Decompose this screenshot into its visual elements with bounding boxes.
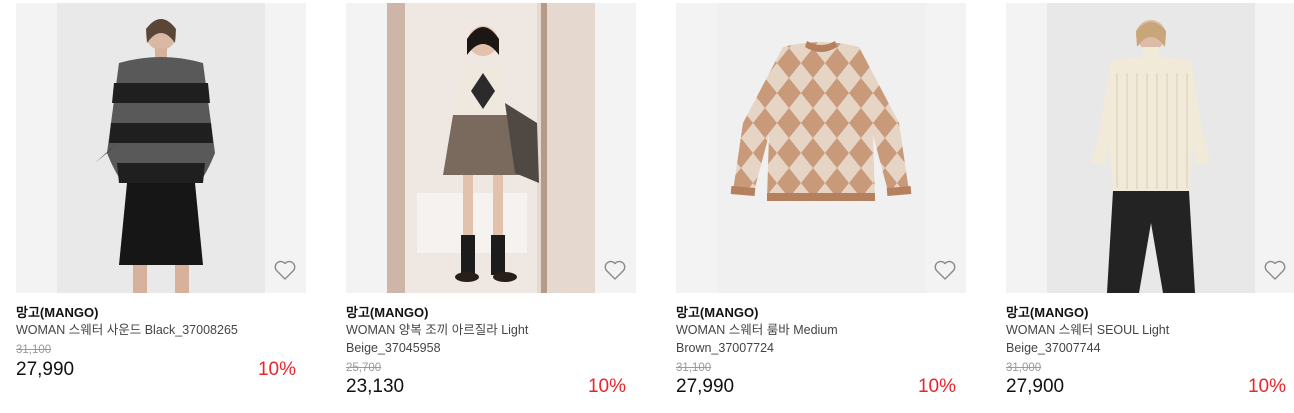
original-price: 31,000	[1006, 362, 1042, 374]
brand-name[interactable]: 망고(MANGO)	[676, 302, 758, 321]
product-image[interactable]	[346, 3, 636, 293]
product-name[interactable]: WOMAN 스웨터 사운드 Black_37008265	[16, 321, 276, 339]
brand-name[interactable]: 망고(MANGO)	[346, 302, 428, 321]
product-photo	[387, 3, 595, 293]
product-photo	[1047, 3, 1255, 293]
product-card[interactable]: 망고(MANGO) WOMAN 스웨터 룸바 Medium Brown_3700…	[676, 0, 966, 413]
sale-price: 23,130	[346, 376, 405, 397]
argyle-sweater-flatlay-illustration	[717, 3, 925, 293]
discount-rate: 10%	[917, 376, 956, 397]
original-price: 31,100	[676, 362, 712, 374]
product-photo	[717, 3, 925, 293]
product-name[interactable]: WOMAN 양복 조끼 아르질라 Light Beige_37045958	[346, 321, 606, 357]
wishlist-heart-icon[interactable]	[1262, 257, 1288, 283]
original-price: 25,700	[346, 362, 382, 374]
product-name[interactable]: WOMAN 스웨터 SEOUL Light Beige_37007744	[1006, 321, 1266, 357]
brand-name[interactable]: 망고(MANGO)	[1006, 302, 1088, 321]
product-photo	[57, 3, 265, 293]
original-price: 31,100	[16, 344, 52, 356]
sale-price: 27,990	[16, 359, 75, 380]
product-image[interactable]	[676, 3, 966, 293]
discount-rate: 10%	[587, 376, 626, 397]
product-card[interactable]: 망고(MANGO) WOMAN 스웨터 사운드 Black_37008265 3…	[16, 0, 306, 413]
product-image[interactable]	[1006, 3, 1294, 293]
model-vest-skirt-illustration	[387, 3, 595, 293]
wishlist-heart-icon[interactable]	[272, 257, 298, 283]
product-name[interactable]: WOMAN 스웨터 룸바 Medium Brown_37007724	[676, 321, 936, 357]
discount-rate: 10%	[257, 359, 296, 380]
product-card[interactable]: 망고(MANGO) WOMAN 양복 조끼 아르질라 Light Beige_3…	[346, 0, 636, 413]
product-image[interactable]	[16, 3, 306, 293]
sale-price: 27,900	[1006, 376, 1065, 397]
sale-price: 27,990	[676, 376, 735, 397]
model-striped-sweater-illustration	[57, 3, 265, 293]
brand-name[interactable]: 망고(MANGO)	[16, 302, 98, 321]
model-cream-sweater-illustration	[1047, 3, 1255, 293]
product-card[interactable]: 망고(MANGO) WOMAN 스웨터 SEOUL Light Beige_37…	[1006, 0, 1294, 413]
wishlist-heart-icon[interactable]	[932, 257, 958, 283]
wishlist-heart-icon[interactable]	[602, 257, 628, 283]
discount-rate: 10%	[1247, 376, 1286, 397]
product-grid: 망고(MANGO) WOMAN 스웨터 사운드 Black_37008265 3…	[0, 0, 1294, 413]
